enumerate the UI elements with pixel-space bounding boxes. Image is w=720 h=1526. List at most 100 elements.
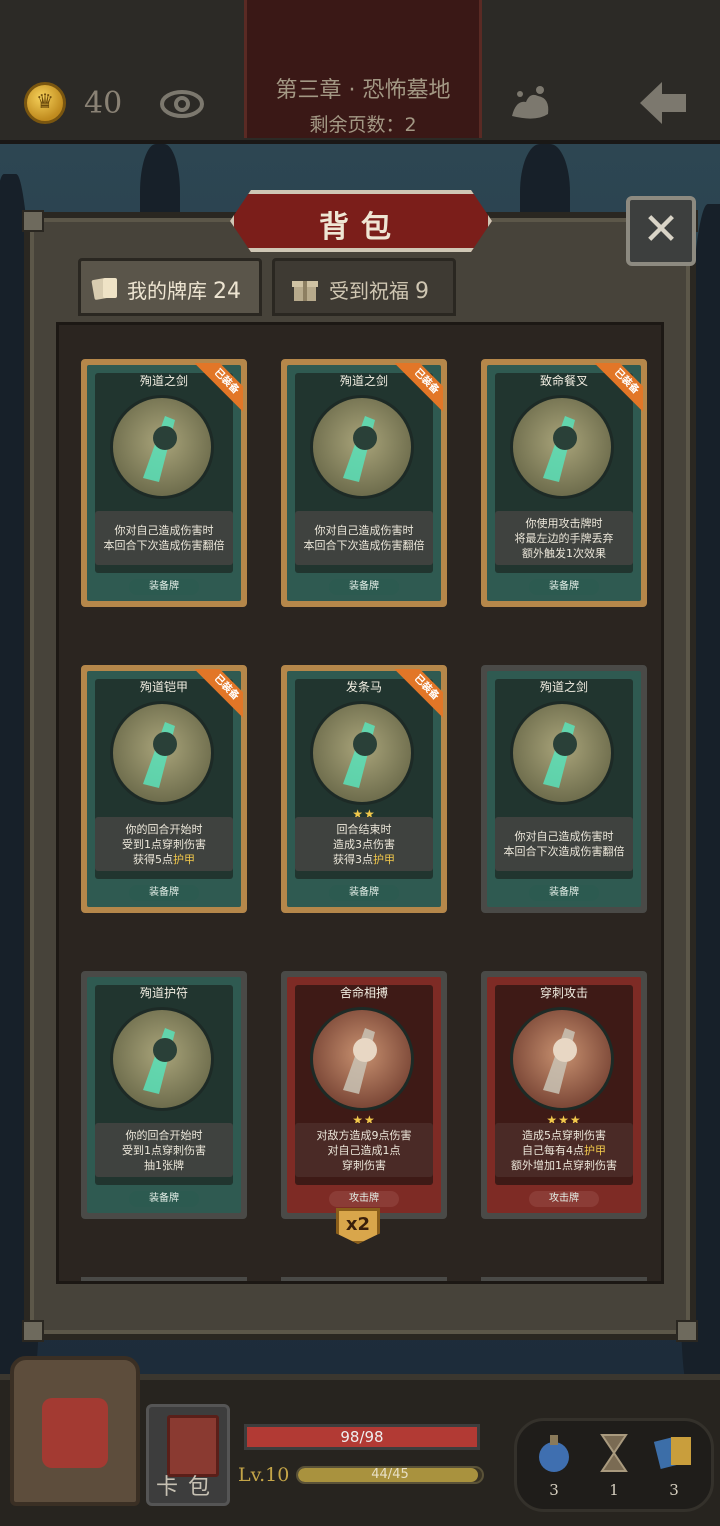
card-description-line: 将最左边的手牌丢弃: [495, 531, 633, 546]
card-keyword-highlight: 护甲: [173, 852, 195, 866]
coin-icon: [24, 82, 66, 124]
card-body: 发条马 ★★ 回合结束时 造成3点伤害 获得3点护甲 装备牌: [287, 671, 441, 907]
inventory-hourglass-count: 1: [609, 1481, 619, 1499]
card-description-text: 本回合下次造成伤害翻倍: [103, 539, 225, 552]
back-arrow-icon[interactable]: [636, 78, 690, 128]
tab-my-deck-text: 我的牌库: [127, 279, 207, 303]
card-description-line: 你的回合开始时: [95, 822, 233, 837]
pages-remaining: 剩余页数：2: [309, 114, 417, 136]
card-body: 殉道之剑 你对自己造成伤害时 本回合下次造成伤害翻倍 装备牌: [87, 365, 241, 601]
backpack-title: 背包: [230, 190, 492, 252]
card-body: 致命餐叉 你使用攻击牌时 将最左边的手牌丢弃 额外触发1次效果 装备牌: [487, 365, 641, 601]
card-pack-button[interactable]: 卡包: [146, 1404, 230, 1506]
card[interactable]: 殉道之剑 你对自己造成伤害时 本回合下次造成伤害翻倍 装备牌 已装备: [81, 359, 247, 607]
card-description: 你使用攻击牌时 将最左边的手牌丢弃 额外触发1次效果: [495, 511, 633, 565]
top-bar: 40 第三章 · 恐怖墓地 剩余页数：2: [0, 0, 720, 144]
card-body: 穿刺攻击 ★★★ 造成5点穿刺伤害 自己每有4点护甲 额外增加1点穿刺伤害 攻击牌: [487, 977, 641, 1213]
card-description-line: 额外触发1次效果: [495, 546, 633, 561]
card-description-text: 受到1点穿刺伤害: [122, 1143, 206, 1157]
card-pack-icon: [167, 1415, 219, 1477]
card-description-line: 受到1点穿刺伤害: [95, 1143, 233, 1158]
card-art: [110, 1007, 214, 1111]
eye-icon[interactable]: [160, 86, 204, 122]
deck-icon: [91, 278, 117, 300]
card-type-label: 装备牌: [329, 885, 399, 901]
card-description-text: 你对自己造成伤害时: [114, 524, 214, 537]
card[interactable]: 致命餐叉 你使用攻击牌时 将最左边的手牌丢弃 额外触发1次效果 装备牌 已装备: [481, 359, 647, 607]
card-description-line: 本回合下次造成伤害翻倍: [95, 538, 233, 553]
card-art: [510, 1007, 614, 1111]
tab-my-deck[interactable]: 我的牌库 24: [78, 258, 262, 316]
inventory-cards[interactable]: 3: [649, 1421, 699, 1511]
card-type-label: 装备牌: [329, 579, 399, 595]
inventory-hourglass[interactable]: 1: [589, 1421, 639, 1511]
card[interactable]: 穿刺攻击 ★★★ 造成5点穿刺伤害 自己每有4点护甲 额外增加1点穿刺伤害 攻击牌: [481, 971, 647, 1219]
card-description-line: 你对自己造成伤害时: [295, 523, 433, 538]
card-description-text: 自己每有4点: [522, 1143, 584, 1157]
card-description-line: 自己每有4点护甲: [495, 1143, 633, 1158]
card-art: [510, 395, 614, 499]
card[interactable]: 殉道之剑 你对自己造成伤害时 本回合下次造成伤害翻倍 装备牌: [481, 665, 647, 913]
card-description-line: 你使用攻击牌时: [495, 516, 633, 531]
inventory-potion[interactable]: 3: [529, 1421, 579, 1511]
tab-my-deck-label: 我的牌库 24: [127, 275, 241, 304]
card-body: 殉道护符 你的回合开始时 受到1点穿刺伤害 抽1张牌 装备牌: [87, 977, 241, 1213]
card-next-row-peek: [81, 1277, 247, 1281]
coin-count: 40: [84, 86, 123, 121]
card-description-text: 你对自己造成伤害时: [514, 830, 614, 843]
card-body: 殉道之剑 你对自己造成伤害时 本回合下次造成伤害翻倍 装备牌: [287, 365, 441, 601]
card-description: 你对自己造成伤害时 本回合下次造成伤害翻倍: [495, 817, 633, 871]
card-description-text: 额外触发1次效果: [522, 546, 606, 560]
card-description-line: 额外增加1点穿刺伤害: [495, 1158, 633, 1173]
card-description-line: 对敌方造成9点伤害: [295, 1128, 433, 1143]
card-pack-label: 卡包: [155, 1475, 220, 1500]
card-description-text: 额外增加1点穿刺伤害: [511, 1158, 617, 1172]
card-description-text: 对敌方造成9点伤害: [316, 1128, 412, 1142]
card-next-row-peek: [481, 1277, 647, 1281]
chapter-title: 第三章 · 恐怖墓地: [275, 78, 451, 103]
card-description-text: 你对自己造成伤害时: [314, 524, 414, 537]
level-label: Lv.10: [238, 1464, 290, 1486]
pet-icon[interactable]: [506, 78, 554, 126]
card[interactable]: 发条马 ★★ 回合结束时 造成3点伤害 获得3点护甲 装备牌 已装备: [281, 665, 447, 913]
close-button[interactable]: ✕: [626, 196, 696, 266]
card-keyword-highlight: 护甲: [373, 852, 395, 866]
hp-bar: 98/98: [244, 1424, 480, 1450]
card-description-line: 本回合下次造成伤害翻倍: [495, 844, 633, 859]
card-description-text: 受到1点穿刺伤害: [122, 837, 206, 851]
tab-blessings-count: 9: [415, 279, 429, 304]
card-description-text: 你的回合开始时: [125, 822, 203, 836]
card-description: 你的回合开始时 受到1点穿刺伤害 获得5点护甲: [95, 817, 233, 871]
card-description-line: 穿刺伤害: [295, 1158, 433, 1173]
card-art: [110, 701, 214, 805]
tab-blessings[interactable]: 受到祝福 9: [272, 258, 456, 316]
card[interactable]: 殉道铠甲 你的回合开始时 受到1点穿刺伤害 获得5点护甲 装备牌 已装备: [81, 665, 247, 913]
xp-text: 44/45: [371, 1467, 409, 1482]
card[interactable]: 舍命相搏 ★★ 对敌方造成9点伤害 对自己造成1点 穿刺伤害 攻击牌: [281, 971, 447, 1219]
card-description-text: 造成3点伤害: [333, 837, 395, 851]
card-grid: 殉道之剑 你对自己造成伤害时 本回合下次造成伤害翻倍 装备牌 已装备 殉道之剑 你对自己造成…: [56, 322, 664, 1284]
card-description-text: 你的回合开始时: [125, 1128, 203, 1142]
card-description-text: 穿刺伤害: [342, 1158, 386, 1172]
chapter-header: 第三章 · 恐怖墓地 剩余页数：2: [244, 0, 482, 138]
card-type-label: 装备牌: [529, 579, 599, 595]
inventory-potion-count: 3: [549, 1481, 559, 1499]
card-name: 殉道护符: [139, 986, 188, 1000]
card-description-text: 本回合下次造成伤害翻倍: [503, 845, 625, 858]
card-description-line: 受到1点穿刺伤害: [95, 837, 233, 852]
card-description-text: 将最左边的手牌丢弃: [514, 531, 614, 545]
card-type-label: 装备牌: [129, 885, 199, 901]
card-description-line: 你的回合开始时: [95, 1128, 233, 1143]
card-name: 穿刺攻击: [539, 986, 588, 1000]
card-description-text: 你使用攻击牌时: [525, 516, 603, 530]
card[interactable]: 殉道之剑 你对自己造成伤害时 本回合下次造成伤害翻倍 装备牌 已装备: [281, 359, 447, 607]
relic-chest-icon[interactable]: [10, 1356, 140, 1506]
card[interactable]: 殉道护符 你的回合开始时 受到1点穿刺伤害 抽1张牌 装备牌: [81, 971, 247, 1219]
card-art: [510, 701, 614, 805]
xp-bar: 44/45: [296, 1466, 484, 1484]
card-description-line: 对自己造成1点: [295, 1143, 433, 1158]
card-body: 殉道之剑 你对自己造成伤害时 本回合下次造成伤害翻倍 装备牌: [487, 671, 641, 907]
card-art: [310, 701, 414, 805]
card-description-line: 你对自己造成伤害时: [495, 829, 633, 844]
card-name: 舍命相搏: [339, 986, 388, 1000]
